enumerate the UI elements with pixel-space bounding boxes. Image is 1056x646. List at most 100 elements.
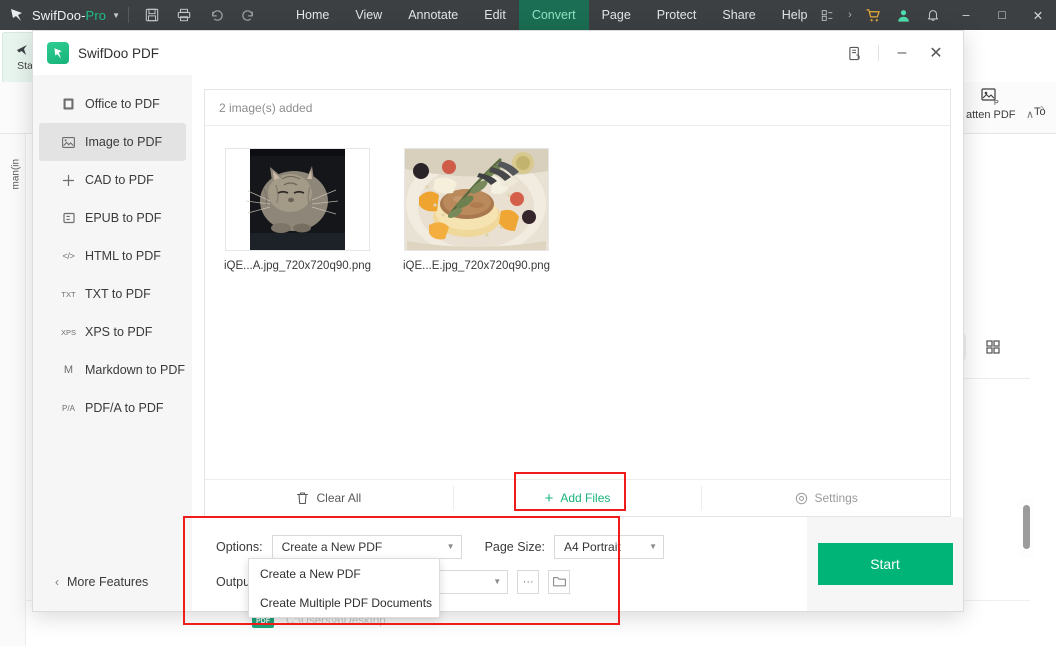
- epub-icon: [61, 212, 76, 224]
- account-icon[interactable]: [888, 0, 918, 30]
- cat-photo-thumbnail[interactable]: [225, 148, 370, 251]
- flatten-pdf-icon: P: [981, 88, 999, 106]
- sidebar-item-txt-to-pdf[interactable]: TXT TXT to PDF: [39, 275, 186, 313]
- sidebar-item-label: TXT to PDF: [85, 287, 151, 301]
- save-icon[interactable]: [137, 0, 167, 30]
- print-icon[interactable]: [169, 0, 199, 30]
- scrollbar-thumb[interactable]: [1023, 505, 1030, 549]
- sidebar-item-label: CAD to PDF: [85, 173, 154, 187]
- chevron-down-icon: ▼: [446, 542, 455, 551]
- sidebar-item-image-to-pdf[interactable]: Image to PDF: [39, 123, 186, 161]
- chevron-down-icon: ▼: [649, 542, 658, 551]
- chevron-down-icon: ▼: [493, 577, 502, 586]
- file-name-label: iQE...E.jpg_720x720q90.png: [402, 260, 551, 272]
- options-value: Create a New PDF: [281, 539, 383, 554]
- minimize-button[interactable]: –: [948, 0, 984, 30]
- options-label: Options:: [216, 539, 263, 554]
- food-photo-thumbnail[interactable]: [404, 148, 549, 251]
- sidebar-item-epub-to-pdf[interactable]: EPUB to PDF: [39, 199, 186, 237]
- redo-icon[interactable]: [233, 0, 263, 30]
- menu-item-protect[interactable]: Protect: [644, 0, 710, 30]
- close-dialog-button[interactable]: ✕: [919, 38, 953, 68]
- office-icon: [61, 98, 76, 110]
- cad-icon: [61, 174, 76, 187]
- sidebar-item-label: Image to PDF: [85, 135, 163, 149]
- file-panel-toolbar: Clear All + Add Files Settings: [205, 479, 950, 516]
- page-size-dropdown[interactable]: A4 Portrait ▼: [554, 534, 665, 559]
- menu-item-annotate[interactable]: Annotate: [395, 0, 471, 30]
- sidebar-item-cad-to-pdf[interactable]: CAD to PDF: [39, 161, 186, 199]
- chevron-right-icon[interactable]: ›: [842, 0, 858, 30]
- conversion-type-sidebar: Office to PDF Image to PDF CAD to PDF EP…: [33, 75, 192, 611]
- browse-button[interactable]: ···: [517, 569, 540, 594]
- chevron-left-icon: ‹: [55, 575, 59, 589]
- dialog-header: SwifDoo PDF – ✕: [33, 31, 963, 75]
- more-features-label: More Features: [67, 575, 149, 589]
- compare-icon[interactable]: [812, 0, 842, 30]
- menu-item-view[interactable]: View: [342, 0, 395, 30]
- flatten-pdf-tool[interactable]: P atten PDF: [966, 88, 1016, 121]
- options-dropdown-menu: Create a New PDF Create Multiple PDF Doc…: [248, 558, 440, 618]
- settings-button[interactable]: Settings: [702, 480, 950, 516]
- swifdoo-pdf-logo-icon: [47, 42, 69, 64]
- open-folder-button[interactable]: [548, 569, 571, 594]
- menu-item-share[interactable]: Share: [709, 0, 768, 30]
- gear-icon: [795, 492, 807, 504]
- sidebar-item-office-to-pdf[interactable]: Office to PDF: [39, 85, 186, 123]
- dropdown-item-create-multiple-pdf[interactable]: Create Multiple PDF Documents: [249, 588, 439, 617]
- sidebar-item-html-to-pdf[interactable]: </> HTML to PDF: [39, 237, 186, 275]
- sidebar-item-label: PDF/A to PDF: [85, 401, 164, 415]
- swifdoo-logo-icon: [6, 0, 28, 30]
- dialog-header-controls: – ✕: [838, 38, 953, 68]
- brand-suffix: Pro: [85, 7, 107, 23]
- undo-icon[interactable]: [201, 0, 231, 30]
- cart-icon[interactable]: [858, 0, 888, 30]
- file-list-panel: 2 image(s) added iQE...A.jpg_720x720q90.…: [204, 89, 951, 517]
- document-left-pane: man(in: [0, 134, 26, 646]
- svg-text:P: P: [994, 100, 999, 106]
- clear-all-label: Clear All: [316, 491, 362, 505]
- menu-item-convert[interactable]: Convert: [518, 0, 589, 30]
- thumbnail-grid: iQE...A.jpg_720x720q90.png iQE...E.jpg_7…: [205, 126, 950, 479]
- start-panel: Start: [807, 517, 963, 611]
- left-pane-vertical-text: man(in: [10, 158, 22, 190]
- start-tab-label: Sta: [17, 59, 33, 72]
- document-mode-icon[interactable]: [838, 38, 872, 68]
- main-menu-bar: Home View Annotate Edit Convert Page Pro…: [283, 0, 820, 30]
- ribbon-overflow-chevron-icon[interactable]: ›: [1040, 100, 1044, 115]
- file-thumbnail-item[interactable]: iQE...A.jpg_720x720q90.png: [223, 148, 372, 272]
- options-dropdown[interactable]: Create a New PDF ▼: [271, 534, 462, 559]
- application-titlebar: SwifDoo-Pro ▼ Home View Annotate Edit Co…: [0, 0, 1056, 30]
- ribbon-collapse-icon[interactable]: ∧: [1026, 108, 1034, 121]
- sidebar-item-label: Office to PDF: [85, 97, 160, 111]
- menu-item-home[interactable]: Home: [283, 0, 342, 30]
- file-thumbnail-item[interactable]: iQE...E.jpg_720x720q90.png: [402, 148, 551, 272]
- file-name-label: iQE...A.jpg_720x720q90.png: [223, 260, 372, 272]
- sidebar-item-pdfa-to-pdf[interactable]: P/A PDF/A to PDF: [39, 389, 186, 427]
- maximize-button[interactable]: □: [984, 0, 1020, 30]
- sidebar-item-markdown-to-pdf[interactable]: M Markdown to PDF: [39, 351, 186, 389]
- dropdown-item-create-new-pdf[interactable]: Create a New PDF: [249, 559, 439, 588]
- brand-dropdown-icon[interactable]: ▼: [112, 11, 120, 20]
- grid-view-icon[interactable]: [980, 334, 1006, 360]
- quick-access-toolbar: [137, 0, 263, 30]
- close-button[interactable]: ✕: [1020, 0, 1056, 30]
- start-button[interactable]: Start: [817, 543, 953, 585]
- convert-dialog: SwifDoo PDF – ✕ Office to PDF Image to P…: [32, 30, 964, 612]
- swifdoo-app-window: SwifDoo-Pro ▼ Home View Annotate Edit Co…: [0, 0, 1056, 646]
- page-size-label: Page Size:: [484, 539, 546, 554]
- notification-bell-icon[interactable]: [918, 0, 948, 30]
- titlebar-divider: [128, 7, 129, 23]
- txt-icon: TXT: [61, 289, 76, 299]
- menu-item-page[interactable]: Page: [589, 0, 644, 30]
- minimize-dialog-button[interactable]: –: [885, 38, 919, 68]
- more-features-button[interactable]: ‹ More Features: [33, 553, 192, 611]
- sidebar-item-xps-to-pdf[interactable]: XPS XPS to PDF: [39, 313, 186, 351]
- clear-all-button[interactable]: Clear All: [205, 480, 453, 516]
- add-files-button[interactable]: + Add Files: [454, 480, 702, 516]
- plus-icon: +: [544, 489, 554, 507]
- titlebar-right-controls: › – □ ✕: [812, 0, 1056, 30]
- menu-item-edit[interactable]: Edit: [471, 0, 519, 30]
- dialog-title: SwifDoo PDF: [78, 45, 160, 61]
- file-count-status: 2 image(s) added: [205, 90, 950, 126]
